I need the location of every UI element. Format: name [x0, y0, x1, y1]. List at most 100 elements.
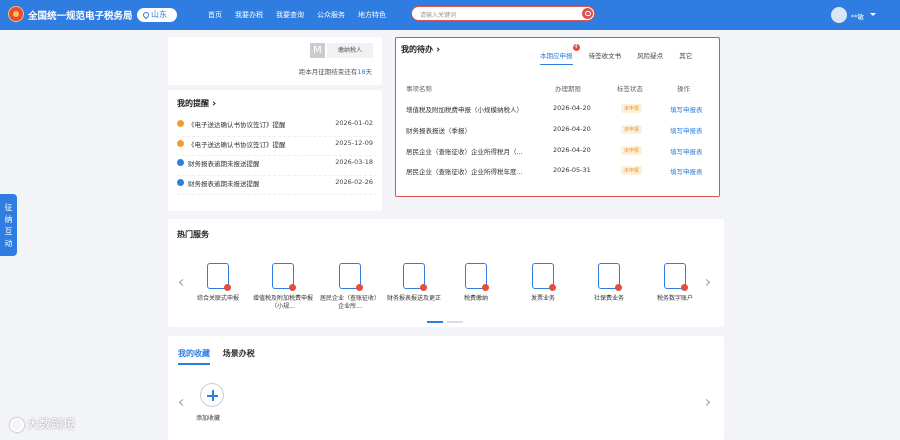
list-item[interactable]: 《电子送达确认书协议签订》提醒 2025-12-09: [177, 137, 377, 156]
service-digital-account[interactable]: 税务数字账户: [645, 263, 705, 303]
info-icon: [177, 159, 184, 166]
todo-title[interactable]: 我的待办: [401, 44, 440, 55]
tab-risk-points[interactable]: 风险疑点: [637, 50, 663, 60]
nav-public-service[interactable]: 公众服务: [317, 10, 345, 20]
avatar[interactable]: [831, 7, 847, 23]
nav-local-features[interactable]: 地方特色: [358, 10, 386, 20]
reminder-text: 《电子送达确认书协议签订》提醒: [188, 121, 286, 129]
table-row: 财务报表报送（季报） 2026-04-20 未申报 填写申报表: [405, 125, 710, 135]
table-row: 居民企业（查账征收）企业所得税月（... 2026-04-20 未申报 填写申报…: [405, 146, 710, 156]
search-icon[interactable]: [582, 8, 593, 19]
enterprise-tax-icon: [339, 263, 363, 291]
province-label: 山东: [151, 10, 167, 19]
fill-form-link[interactable]: 填写申报表: [670, 166, 703, 176]
list-item[interactable]: 财务报表逾期未报送提醒 2026-03-18: [177, 156, 377, 176]
count-badge: 4: [572, 44, 580, 51]
add-favorite-button[interactable]: [200, 383, 224, 407]
todo-item-name: 居民企业（查账征收）企业所得税月（...: [406, 148, 523, 156]
digital-account-icon: [664, 263, 688, 291]
status-badge: 未申报: [621, 146, 643, 155]
fill-form-link[interactable]: 填写申报表: [670, 125, 703, 135]
carousel-pagination: [427, 317, 467, 325]
invoice-icon: [532, 263, 556, 291]
table-row: 居民企业（查账征收）企业所得税年度... 2026-05-31 未申报 填写申报…: [405, 166, 710, 176]
list-item[interactable]: 《电子送达确认书协议签订》提醒 2026-01-02: [177, 117, 377, 137]
search-input[interactable]: 请输入关键词: [420, 10, 456, 19]
deadline-days: 18: [357, 68, 366, 76]
carousel-dot[interactable]: [427, 321, 443, 323]
watermark-text: 大数跨境: [27, 417, 76, 431]
reminder-date: 2026-01-02: [335, 119, 373, 127]
hot-services-card: 热门服务 综合关联式申报 增值税及附加税费申报（小规... 居民企业（查账征收）…: [168, 219, 724, 327]
todo-deadline: 2026-04-20: [553, 104, 591, 112]
service-label: 综合关联式申报: [196, 295, 239, 302]
todo-item-name: 居民企业（查账征收）企业所得税年度...: [406, 168, 523, 176]
fill-form-link[interactable]: 填写申报表: [670, 104, 703, 114]
chevron-left-icon[interactable]: [178, 278, 187, 287]
service-label: 社保费业务: [593, 295, 624, 302]
service-label: 增值税及附加税费申报（小规...: [253, 295, 314, 310]
tab-current-filing[interactable]: 本期应申报 4: [540, 44, 580, 65]
todo-deadline: 2026-05-31: [553, 166, 591, 174]
service-label: 税费缴纳: [463, 295, 488, 302]
favorites-card: 我的收藏 场景办税 添加收藏: [168, 336, 724, 440]
tax-emblem-icon: [8, 6, 24, 22]
service-enterprise-tax[interactable]: 居民企业（查账征收）企业所...: [320, 263, 380, 311]
status-badge: 未申报: [621, 125, 643, 134]
tab-my-favorites[interactable]: 我的收藏: [178, 348, 210, 365]
reminders-title-text: 我的提醒: [177, 99, 209, 108]
todo-deadline: 2026-04-20: [553, 146, 591, 154]
reminders-list: 《电子送达确认书协议签订》提醒 2026-01-02 《电子送达确认书协议签订》…: [177, 117, 377, 195]
taxpayer-type-icon: M: [310, 43, 325, 58]
province-selector[interactable]: 山东: [137, 8, 177, 22]
list-item[interactable]: 财务报表逾期未报送提醒 2026-02-26: [177, 176, 377, 195]
service-financial-report[interactable]: 财务报表报送及更正: [384, 263, 444, 303]
column-header: 事项名称: [406, 85, 432, 93]
side-float-char: 互: [4, 227, 13, 236]
service-integrated-filing[interactable]: 综合关联式申报: [188, 263, 248, 303]
service-vat-filing[interactable]: 增值税及附加税费申报（小规...: [253, 263, 313, 311]
username[interactable]: **敏: [851, 11, 864, 21]
top-header: 全国统一规范电子税务局 山东 首页 我要办税 我要查询 公众服务 地方特色 请输…: [0, 0, 900, 30]
service-label: 财务报表报送及更正: [386, 295, 441, 302]
chevron-left-icon[interactable]: [178, 398, 187, 407]
todo-item-name: 财务报表报送（季报）: [406, 127, 471, 135]
financial-report-icon: [403, 263, 427, 291]
reminder-date: 2025-12-09: [335, 138, 373, 147]
service-tax-payment[interactable]: 税费缴纳: [446, 263, 506, 303]
todo-tabs: 本期应申报 4 待签收文书 风险疑点 其它: [540, 44, 706, 65]
service-label: 发票业务: [530, 295, 555, 302]
tax-interaction-float[interactable]: 征 纳 互 动: [0, 194, 17, 256]
tab-label: 本期应申报: [540, 52, 573, 60]
todo-deadline: 2026-04-20: [553, 125, 591, 133]
tab-other[interactable]: 其它: [679, 50, 692, 60]
tab-pending-documents[interactable]: 待签收文书: [589, 50, 622, 60]
chevron-down-icon[interactable]: [870, 13, 876, 16]
reminders-card: 我的提醒 《电子送达确认书协议签订》提醒 2026-01-02 《电子送达确认书…: [168, 90, 382, 211]
reminders-title[interactable]: 我的提醒: [177, 98, 216, 109]
column-header: 操作: [677, 85, 690, 93]
deadline-text: 距本月征期结束还有18天: [299, 66, 372, 76]
chevron-right-icon[interactable]: [702, 398, 711, 407]
tab-scenario-tax[interactable]: 场景办税: [223, 348, 255, 359]
taxpayer-type-button[interactable]: 缴纳税人: [327, 43, 373, 58]
alert-icon: [177, 139, 184, 147]
chevron-right-icon: [435, 47, 440, 52]
reminder-date: 2026-03-18: [335, 158, 373, 166]
search-box[interactable]: 请输入关键词: [411, 6, 595, 21]
vat-filing-icon: [272, 263, 296, 291]
nav-home[interactable]: 首页: [208, 10, 222, 20]
site-title[interactable]: 全国统一规范电子税务局: [28, 8, 133, 22]
watermark: 大数跨境: [10, 415, 75, 432]
carousel-dot[interactable]: [447, 321, 463, 323]
status-badge: 未申报: [621, 104, 643, 113]
status-badge: 未申报: [621, 166, 643, 175]
fill-form-link[interactable]: 填写申报表: [670, 146, 703, 156]
reminder-text: 《电子送达确认书协议签订》提醒: [188, 140, 286, 149]
service-invoice[interactable]: 发票业务: [513, 263, 573, 303]
nav-handle-tax[interactable]: 我要办税: [235, 10, 263, 20]
side-float-char: 纳: [4, 215, 13, 224]
service-social-security[interactable]: 社保费业务: [579, 263, 639, 303]
nav-query[interactable]: 我要查询: [276, 10, 304, 20]
main-nav: 首页 我要办税 我要查询 公众服务 地方特色: [208, 10, 399, 20]
